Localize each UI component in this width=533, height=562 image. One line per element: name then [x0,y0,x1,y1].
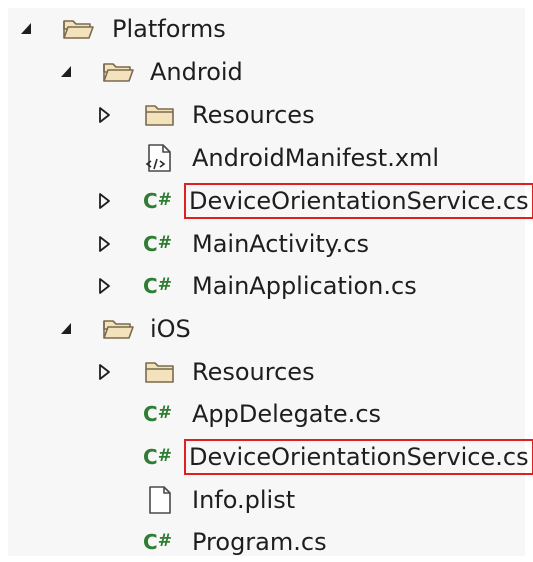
tree-node-ios-deviceorientationservice[interactable]: C# DeviceOrientationService.cs [0,437,533,477]
expanded-arrow-icon[interactable] [58,61,76,83]
csharp-file-icon: C# [143,232,172,256]
folder-icon [143,357,177,387]
tree-node-label: Resources [192,358,315,386]
xml-file-icon [143,143,177,173]
tree-node-mainapplication[interactable]: C# MainApplication.cs [0,266,533,306]
csharp-file-icon: C# [143,530,172,554]
tree-node-label: MainActivity.cs [192,230,369,258]
tree-node-ios[interactable]: iOS [0,309,533,349]
collapsed-arrow-icon[interactable] [96,190,114,212]
tree-node-label: Resources [192,101,315,129]
tree-node-label-highlighted: DeviceOrientationService.cs [184,183,533,219]
tree-node-android-deviceorientationservice[interactable]: C# DeviceOrientationService.cs [0,181,533,221]
tree-node-label: Android [150,58,243,86]
tree-node-info-plist[interactable]: Info.plist [0,480,533,520]
collapsed-arrow-icon[interactable] [96,275,114,297]
tree-node-label-highlighted: DeviceOrientationService.cs [184,439,533,475]
tree-node-label: AndroidManifest.xml [192,144,440,172]
csharp-file-icon: C# [143,402,172,426]
tree-node-platforms[interactable]: Platforms [0,9,533,49]
csharp-file-icon: C# [143,274,172,298]
tree-node-appdelegate[interactable]: C# AppDelegate.cs [0,394,533,434]
tree-node-label: Program.cs [192,528,327,556]
folder-open-icon [102,57,136,87]
collapsed-arrow-icon[interactable] [96,104,114,126]
tree-node-program[interactable]: C# Program.cs [0,522,533,562]
tree-node-android-resources[interactable]: Resources [0,95,533,135]
file-icon [143,485,177,515]
expanded-arrow-icon[interactable] [18,18,36,40]
tree-node-androidmanifest[interactable]: AndroidManifest.xml [0,138,533,178]
collapsed-arrow-icon[interactable] [96,233,114,255]
tree-node-mainactivity[interactable]: C# MainActivity.cs [0,224,533,264]
tree-node-label: Info.plist [192,486,296,514]
folder-open-icon [62,14,96,44]
tree-node-label: Platforms [112,15,226,43]
tree-node-ios-resources[interactable]: Resources [0,352,533,392]
tree-node-android[interactable]: Android [0,52,533,92]
folder-open-icon [102,314,136,344]
solution-explorer-tree: Platforms Android Resources AndroidManif… [0,0,533,556]
expanded-arrow-icon[interactable] [58,318,76,340]
csharp-file-icon: C# [143,445,172,469]
csharp-file-icon: C# [143,189,172,213]
tree-node-label: iOS [150,315,191,343]
folder-icon [143,100,177,130]
tree-node-label: AppDelegate.cs [192,400,382,428]
tree-node-label: MainApplication.cs [192,272,417,300]
collapsed-arrow-icon[interactable] [96,361,114,383]
